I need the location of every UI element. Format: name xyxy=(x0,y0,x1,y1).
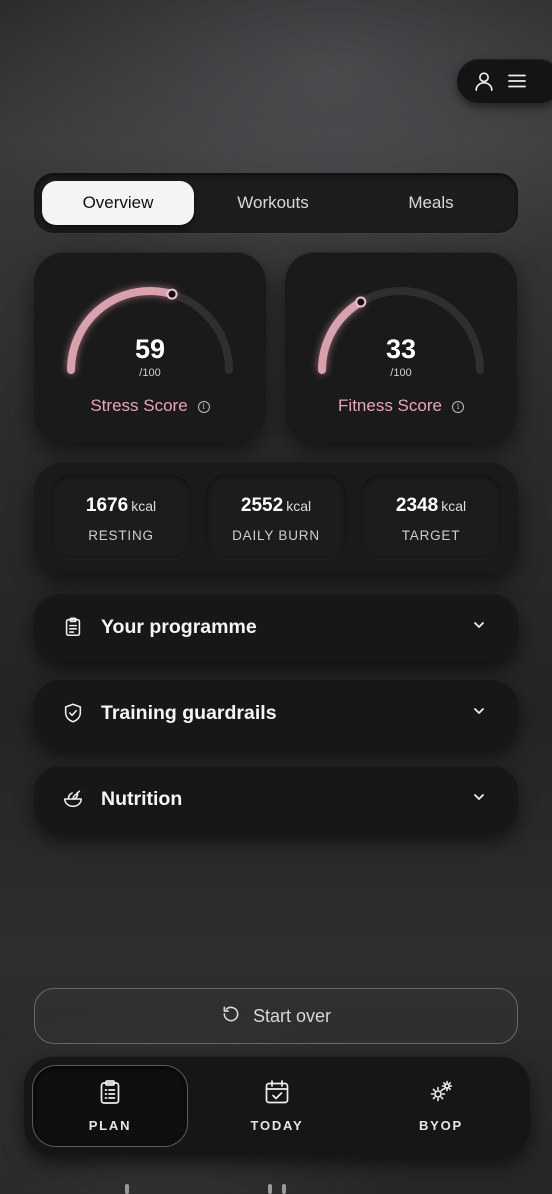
section-title: Nutrition xyxy=(101,787,183,810)
rotate-ccw-icon xyxy=(221,1004,241,1029)
nav-label: PLAN xyxy=(88,1118,132,1133)
fitness-score-title: Fitness Score xyxy=(338,396,442,415)
view-tabs: Overview Workouts Meals xyxy=(34,173,518,233)
section-training-guardrails[interactable]: Training guardrails xyxy=(34,679,518,747)
fitness-score-label: Fitness Score i xyxy=(285,396,517,416)
kcal-unit: kcal xyxy=(441,498,467,514)
section-title: Your programme xyxy=(101,615,257,638)
kcal-target-value: 2348 xyxy=(395,495,439,516)
start-over-button[interactable]: Start over xyxy=(34,988,518,1044)
clipboard-list-icon xyxy=(98,1079,122,1110)
clipboard-icon xyxy=(62,616,84,638)
nav-plan[interactable]: PLAN xyxy=(32,1065,188,1147)
fitness-score-max: /100 xyxy=(390,367,412,379)
stress-score-value: 59 xyxy=(134,334,166,364)
chevron-down-icon[interactable] xyxy=(472,618,486,637)
kcal-target-label: TARGET xyxy=(401,528,461,543)
gears-icon xyxy=(428,1079,454,1110)
kcal-daily-burn: 2552 kcal DAILY BURN xyxy=(206,475,346,559)
kcal-resting-label: RESTING xyxy=(88,528,154,543)
calories-card: 1676 kcal RESTING 2552 kcal DAILY BURN 234… xyxy=(34,461,518,573)
stress-score-title: Stress Score xyxy=(90,396,188,415)
stress-gauge-knob xyxy=(166,288,178,300)
fitness-gauge-knob xyxy=(355,296,367,308)
kcal-daily-burn-value: 2552 xyxy=(240,495,284,516)
fitness-score-value: 33 xyxy=(385,334,417,364)
kcal-unit: kcal xyxy=(286,498,312,514)
bottom-navigation: PLAN TODAY BYOP xyxy=(24,1056,530,1156)
section-title: Training guardrails xyxy=(101,701,277,724)
tab-meals[interactable]: Meals xyxy=(352,181,510,225)
info-icon[interactable]: i xyxy=(451,401,464,413)
kcal-resting: 1676 kcal RESTING xyxy=(51,475,191,559)
stress-score-card[interactable]: 59 /100 Stress Score i xyxy=(34,252,266,442)
fitness-score-card[interactable]: 33 /100 Fitness Score i xyxy=(285,252,517,442)
home-indicator-mark xyxy=(282,1184,286,1194)
salad-bowl-icon xyxy=(62,788,84,810)
hamburger-menu-icon[interactable] xyxy=(507,71,527,91)
stress-score-label: Stress Score i xyxy=(34,396,266,416)
home-indicator-mark xyxy=(125,1184,129,1194)
nav-label: BYOP xyxy=(418,1118,464,1133)
tab-overview[interactable]: Overview xyxy=(42,181,194,225)
info-icon[interactable]: i xyxy=(197,401,210,413)
nav-label: TODAY xyxy=(250,1118,304,1133)
nav-today[interactable]: TODAY xyxy=(199,1065,355,1147)
nav-byop[interactable]: BYOP xyxy=(363,1065,519,1147)
kcal-daily-burn-label: DAILY BURN xyxy=(232,528,320,543)
section-nutrition[interactable]: Nutrition xyxy=(34,765,518,833)
account-menu-pill[interactable] xyxy=(457,59,552,103)
stress-score-max: /100 xyxy=(139,367,161,379)
tab-workouts[interactable]: Workouts xyxy=(194,181,352,225)
kcal-unit: kcal xyxy=(131,498,157,514)
section-your-programme[interactable]: Your programme xyxy=(34,593,518,661)
chevron-down-icon[interactable] xyxy=(472,704,486,723)
calendar-check-icon xyxy=(264,1079,290,1110)
chevron-down-icon[interactable] xyxy=(472,790,486,809)
user-icon[interactable] xyxy=(473,70,495,92)
home-indicator-mark xyxy=(268,1184,272,1194)
kcal-resting-value: 1676 xyxy=(85,495,129,516)
shield-check-icon xyxy=(62,702,84,724)
start-over-label: Start over xyxy=(252,1005,332,1026)
kcal-target: 2348 kcal TARGET xyxy=(361,475,501,559)
